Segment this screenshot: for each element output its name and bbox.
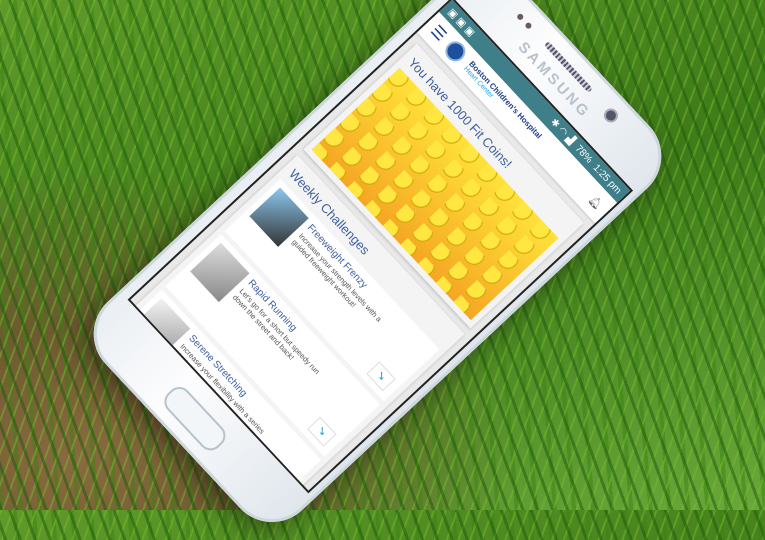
sensor: [516, 12, 525, 22]
arrow-button[interactable]: ➘: [307, 416, 337, 447]
arrow-button[interactable]: ➘: [247, 471, 278, 494]
hospital-logo-icon: [441, 37, 470, 66]
sensor: [524, 21, 533, 30]
menu-icon[interactable]: ☰: [426, 21, 450, 45]
phone: SAMSUNG ▣ ▣ ▣ ✱ ◠ ▟ 78% 1:25 pm ☰ Boston…: [75, 0, 680, 540]
arrow-button[interactable]: ➘: [366, 361, 396, 392]
bell-icon[interactable]: 🔔︎: [586, 193, 605, 211]
